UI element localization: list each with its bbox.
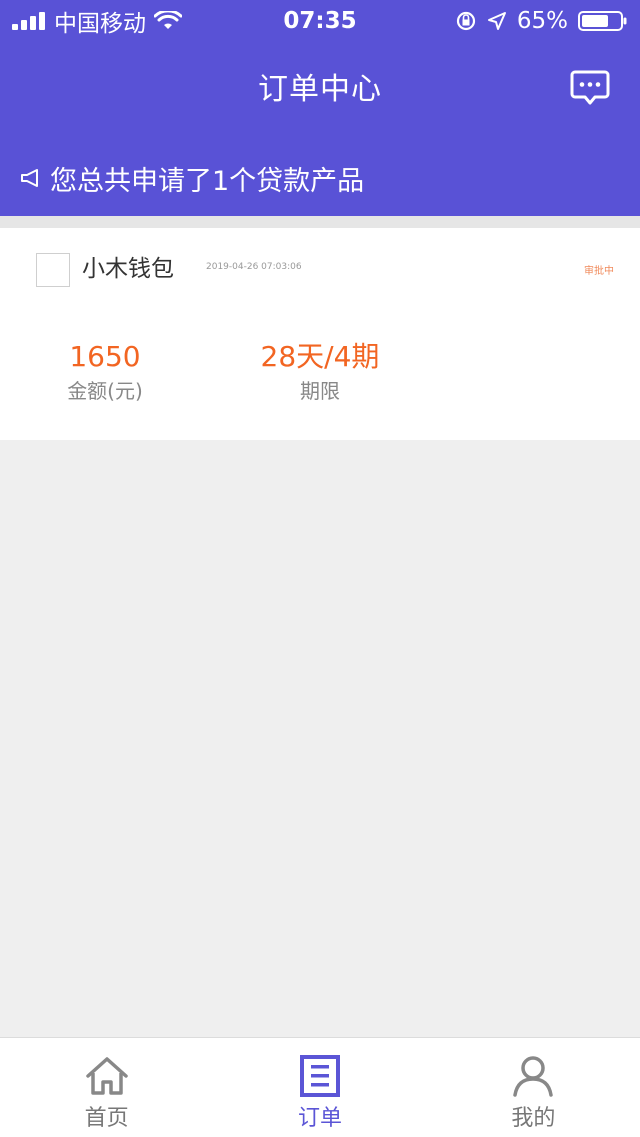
order-list-icon [299,1055,340,1097]
nav-bar: 订单中心 [0,42,640,138]
page-title: 订单中心 [258,72,382,107]
product-name: 小木钱包 [82,256,174,282]
tab-profile[interactable]: 我的 [427,1038,640,1137]
amount-stat: 1650 金额(元) [40,340,170,404]
order-status: 审批中 [584,266,614,277]
term-label: 期限 [300,379,340,403]
status-right: 65% [455,6,628,36]
order-date: 2019-04-26 07:03:06 [206,262,302,272]
notice-text: 您总共申请了1个贷款产品 [50,165,365,197]
status-bar: 中国移动 07:35 65% [0,0,640,42]
tab-home-label: 首页 [84,1106,129,1131]
rotation-lock-icon [456,11,475,31]
amount-label: 金额(元) [67,379,143,403]
battery-icon [578,11,627,31]
tab-home[interactable]: 首页 [0,1038,213,1137]
profile-icon [513,1056,554,1097]
header-area: 中国移动 07:35 65% 订单中心 您总共申请了1个贷款产品 [0,0,640,216]
speaker-icon [21,169,38,187]
order-card[interactable]: 小木钱包 2019-04-26 07:03:06 审批中 1650 金额(元) … [0,228,640,440]
battery-percent: 65% [516,8,568,34]
section-divider [0,216,640,228]
product-logo [36,253,70,287]
home-icon [85,1057,128,1095]
message-button[interactable] [570,68,610,108]
tab-bar: 首页 订单 我的 [0,1037,640,1137]
tab-profile-label: 我的 [511,1106,556,1131]
term-stat: 28天/4期 期限 [230,340,410,404]
location-arrow-icon [487,12,506,30]
tab-orders-label: 订单 [297,1106,342,1131]
tab-orders[interactable]: 订单 [213,1038,426,1137]
term-value: 28天/4期 [260,340,380,373]
notice-bar: 您总共申请了1个贷款产品 [20,158,364,198]
amount-value: 1650 [69,340,141,373]
